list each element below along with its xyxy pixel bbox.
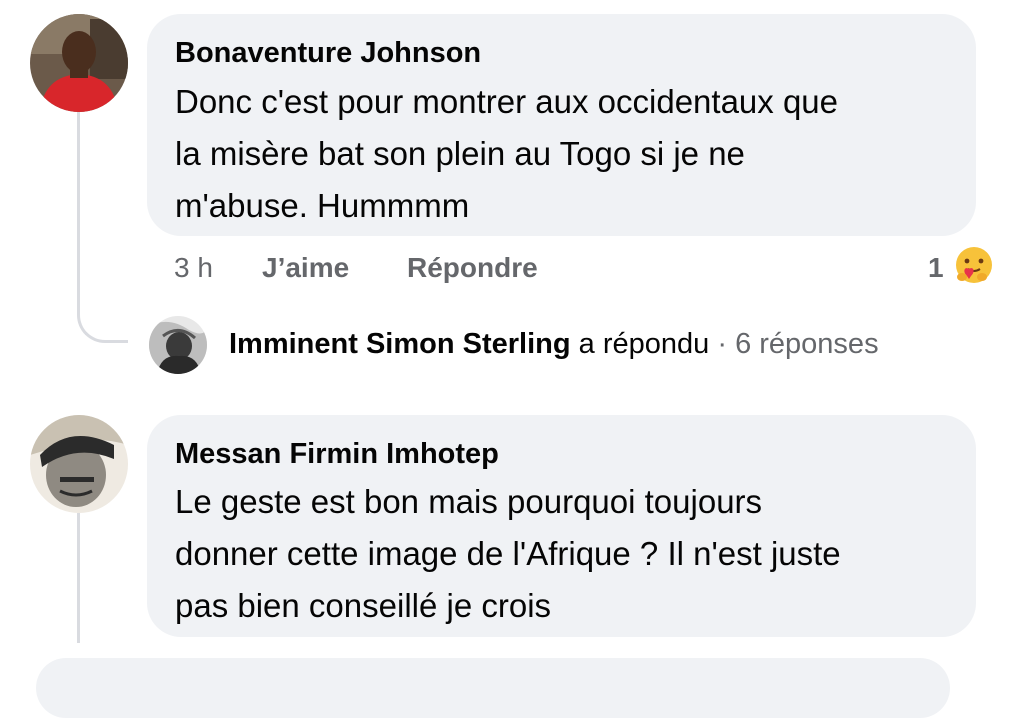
comment-timestamp[interactable]: 3 h (174, 252, 213, 284)
comment-text: Donc c'est pour montrer aux occidentaux … (175, 83, 838, 224)
separator-dot: · (717, 328, 728, 360)
like-button[interactable]: J’aime (262, 252, 349, 284)
reply-summary[interactable]: Imminent Simon Sterling a répondu · 6 ré… (229, 328, 879, 361)
reply-action: a répondu (578, 328, 710, 360)
avatar-imminent-simon-sterling[interactable] (149, 316, 207, 374)
reaction-count[interactable]: 1 (928, 252, 944, 284)
reply-count[interactable]: 6 réponses (735, 328, 879, 360)
reply-button[interactable]: Répondre (407, 252, 538, 284)
thread-connector (77, 112, 128, 343)
comment-text: Le geste est bon mais pourquoi toujours … (175, 483, 841, 624)
thread-connector (77, 513, 80, 643)
avatar-messan-firmin-imhotep[interactable] (30, 415, 128, 513)
comment-author[interactable]: Bonaventure Johnson (175, 37, 481, 70)
avatar-bonaventure-johnson[interactable] (30, 14, 128, 112)
care-emoji-icon[interactable] (952, 244, 996, 288)
reply-author[interactable]: Imminent Simon Sterling (229, 328, 571, 360)
comment-author[interactable]: Messan Firmin Imhotep (175, 438, 499, 471)
comment-bubble-partial (36, 658, 950, 718)
